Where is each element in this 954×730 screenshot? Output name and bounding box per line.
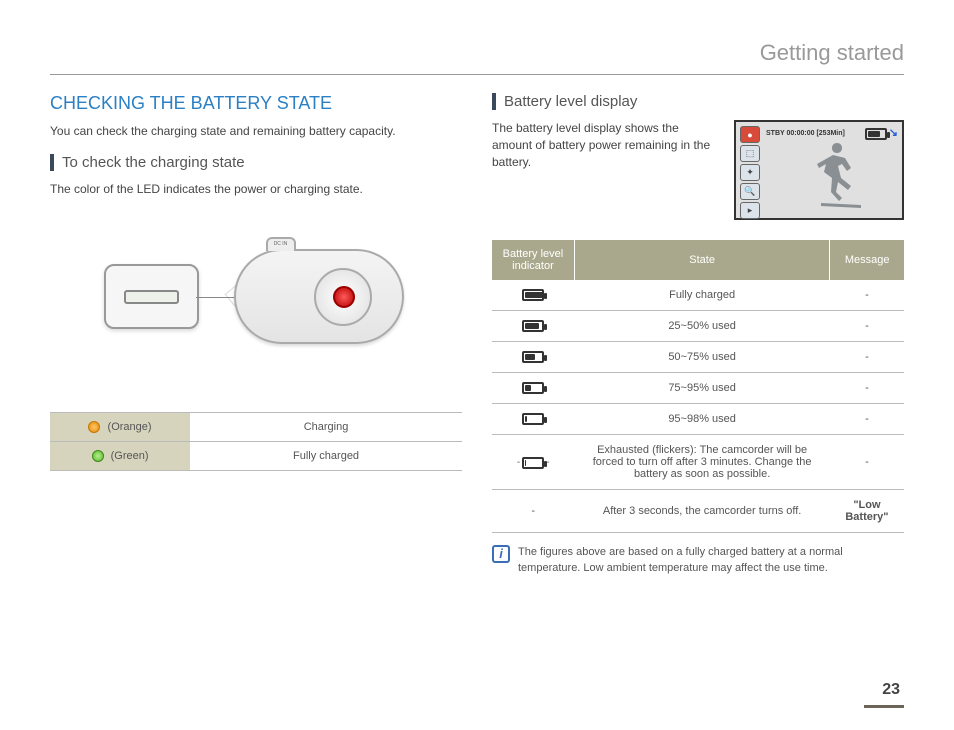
right-column: Battery level display The battery level … — [492, 93, 904, 576]
record-button-icon — [333, 286, 355, 308]
battery-state-cell: After 3 seconds, the camcorder turns off… — [574, 490, 829, 533]
dc-in-port-label: DC IN — [266, 237, 296, 251]
note-text: The figures above are based on a fully c… — [518, 545, 904, 576]
page-number: 23 — [864, 677, 904, 708]
table-row: 75~95% used- — [492, 373, 904, 404]
battery-indicator-cell — [492, 404, 574, 435]
orange-led-icon — [88, 421, 100, 433]
green-led-icon — [92, 450, 104, 462]
battery-icon — [522, 351, 544, 363]
led-state-value: Charging — [190, 412, 462, 441]
battery-message-cell: - — [830, 404, 904, 435]
battery-message-cell: - — [830, 280, 904, 311]
battery-icon — [522, 320, 544, 332]
battery-level-table: Battery level indicator State Message Fu… — [492, 240, 904, 533]
info-icon: i — [492, 545, 510, 563]
battery-icon — [522, 413, 544, 425]
battery-indicator-cell: - - — [492, 435, 574, 490]
camcorder-screen-preview: ● ⬚ ✦ 🔍 ▸ STBY 00:00:00 [253Min] ↘ — [734, 120, 904, 220]
led-state-table: (Orange) Charging (Green) Fully charged — [50, 412, 462, 471]
table-row: -After 3 seconds, the camcorder turns of… — [492, 490, 904, 533]
table-row: 25~50% used- — [492, 311, 904, 342]
charging-state-body: The color of the LED indicates the power… — [50, 181, 462, 198]
zoom-icon: 🔍 — [740, 183, 760, 200]
battery-message-cell: - — [830, 435, 904, 490]
record-mode-icon: ● — [740, 126, 760, 143]
battery-indicator-cell: - — [492, 490, 574, 533]
subheading-charging-state: To check the charging state — [50, 154, 462, 171]
table-row: (Green) Fully charged — [50, 441, 462, 470]
battery-icon — [522, 457, 544, 469]
led-state-value: Fully charged — [190, 441, 462, 470]
camcorder-icon: DC IN — [229, 237, 409, 357]
battery-message-cell: "Low Battery" — [830, 490, 904, 533]
battery-message-cell: - — [830, 342, 904, 373]
battery-icon — [522, 289, 544, 301]
stby-status-text: STBY 00:00:00 [253Min] — [766, 130, 845, 137]
battery-indicator-cell — [492, 373, 574, 404]
th-message: Message — [830, 240, 904, 280]
battery-state-cell: Fully charged — [574, 280, 829, 311]
battery-indicator-cell — [492, 342, 574, 373]
heading-battery-state: CHECKING THE BATTERY STATE — [50, 93, 462, 114]
intro-text: You can check the charging state and rem… — [50, 124, 462, 138]
battery-icon — [522, 382, 544, 394]
camcorder-illustration: DC IN — [50, 212, 462, 382]
skater-silhouette-icon — [807, 138, 867, 208]
battery-state-cell: 25~50% used — [574, 311, 829, 342]
note: i The figures above are based on a fully… — [492, 545, 904, 576]
table-row: 50~75% used- — [492, 342, 904, 373]
play-icon: ▸ — [740, 202, 760, 219]
back-arrow-icon: ↘ — [889, 127, 898, 139]
battery-state-cell: 50~75% used — [574, 342, 829, 373]
mode-icon: ⬚ — [740, 145, 760, 162]
battery-state-cell: Exhausted (flickers): The camcorder will… — [574, 435, 829, 490]
left-column: CHECKING THE BATTERY STATE You can check… — [50, 93, 462, 576]
battery-indicator-cell — [492, 280, 574, 311]
battery-message-cell: - — [830, 373, 904, 404]
led-callout-box — [104, 264, 199, 329]
th-indicator: Battery level indicator — [492, 240, 574, 280]
table-row: (Orange) Charging — [50, 412, 462, 441]
table-row: Fully charged- — [492, 280, 904, 311]
battery-message-cell: - — [830, 311, 904, 342]
table-row: - -Exhausted (flickers): The camcorder w… — [492, 435, 904, 490]
th-state: State — [574, 240, 829, 280]
battery-icon — [865, 128, 887, 140]
table-header-row: Battery level indicator State Message — [492, 240, 904, 280]
led-slot-icon — [124, 290, 179, 304]
led-color-label: (Orange) — [108, 421, 152, 433]
section-title: Getting started — [50, 40, 904, 75]
subheading-battery-display: Battery level display — [492, 93, 904, 110]
battery-state-cell: 95~98% used — [574, 404, 829, 435]
mode-icon: ✦ — [740, 164, 760, 181]
battery-display-body: The battery level display shows the amou… — [492, 120, 719, 170]
led-color-label: (Green) — [111, 450, 149, 462]
table-row: 95~98% used- — [492, 404, 904, 435]
battery-indicator-cell — [492, 311, 574, 342]
battery-state-cell: 75~95% used — [574, 373, 829, 404]
